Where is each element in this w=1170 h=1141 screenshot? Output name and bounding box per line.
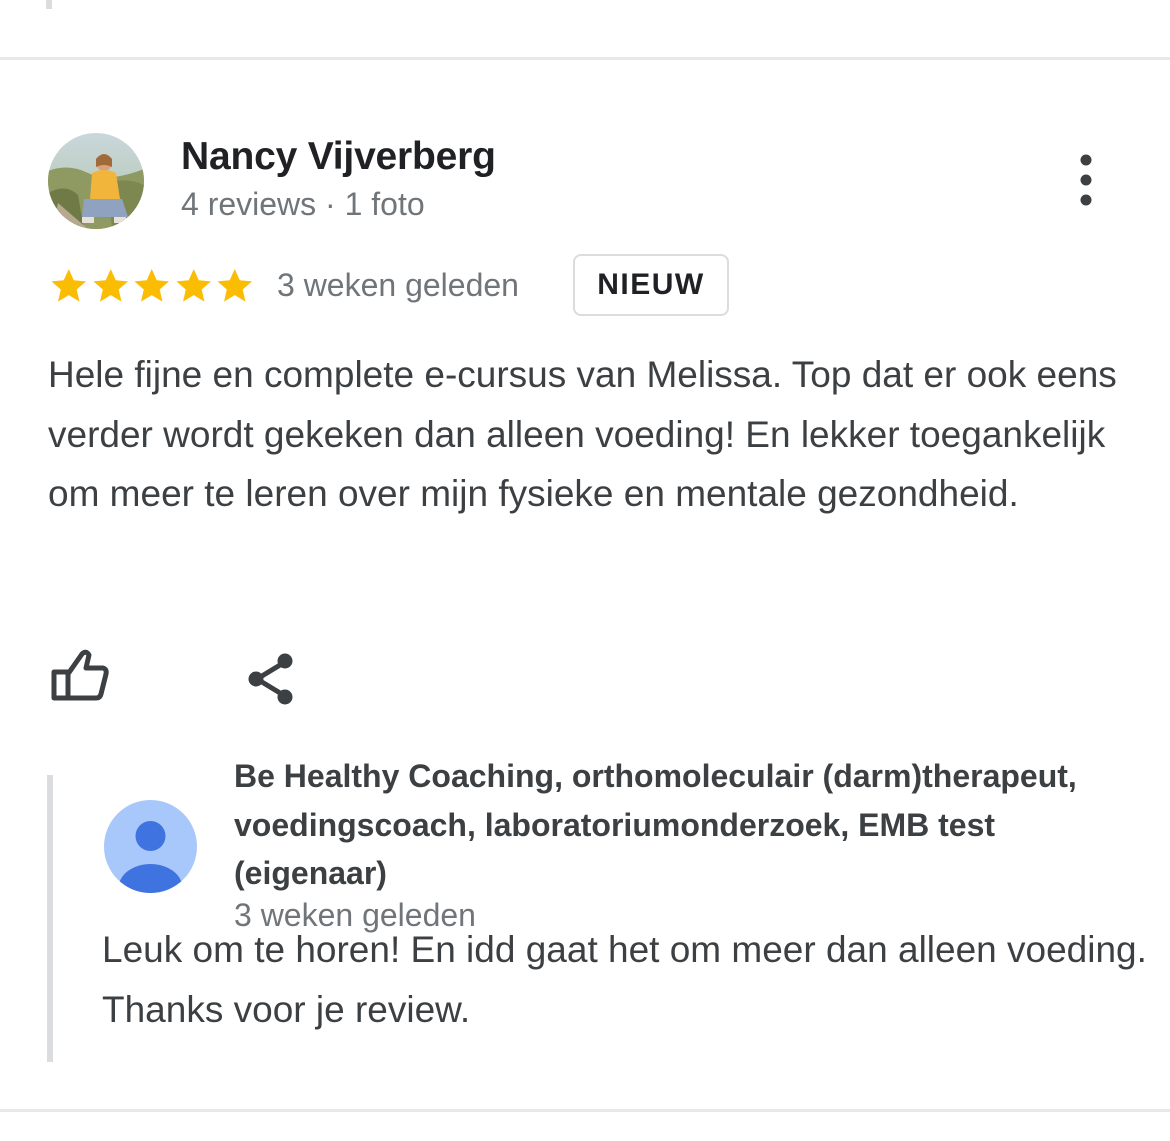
share-button[interactable] — [242, 650, 300, 708]
previous-review-reply-bar — [46, 0, 52, 9]
owner-reply-bar — [47, 775, 53, 1062]
like-button[interactable] — [46, 646, 112, 706]
reviewer-meta: 4 reviews · 1 foto — [181, 186, 425, 222]
reviewer-avatar[interactable] — [48, 133, 144, 229]
share-icon — [248, 653, 293, 705]
new-badge: NIEUW — [573, 254, 729, 316]
reviewer-name[interactable]: Nancy Vijverberg — [181, 135, 496, 179]
review-divider-bottom — [0, 1109, 1170, 1112]
owner-name: Be Healthy Coaching, orthomoleculair (da… — [234, 758, 1077, 891]
star-icon — [92, 269, 128, 302]
more-vert-icon — [1080, 154, 1092, 206]
reviewer-photo — [48, 133, 144, 229]
owner-reply-text: Leuk om te horen! En idd gaat het om mee… — [102, 929, 1147, 1030]
owner-avatar — [104, 800, 197, 893]
star-icon — [175, 269, 211, 302]
star-icon — [217, 269, 253, 302]
review-divider-top — [0, 57, 1170, 60]
review-date: 3 weken geleden — [277, 267, 519, 303]
star-icon — [134, 269, 170, 302]
thumb-up-icon — [51, 649, 109, 701]
review-text: Hele fijne en complete e-cursus van Meli… — [48, 354, 1117, 514]
star-icon — [51, 269, 87, 302]
star-rating — [48, 264, 256, 308]
person-icon — [104, 800, 197, 893]
more-options-button[interactable] — [1062, 150, 1110, 212]
